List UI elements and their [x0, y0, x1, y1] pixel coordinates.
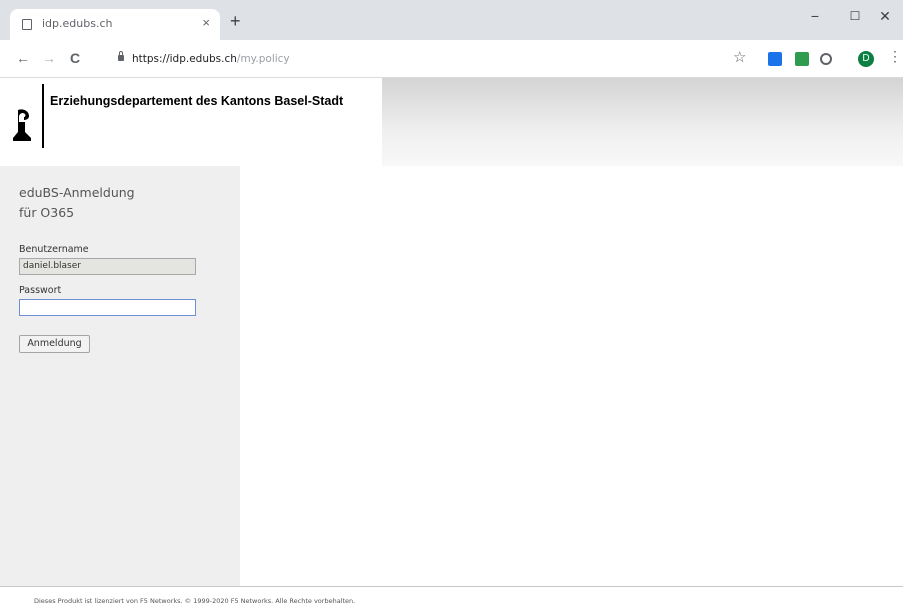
reload-icon[interactable]: C [70, 50, 80, 66]
content-area [240, 166, 903, 586]
login-button[interactable]: Anmeldung [19, 335, 90, 353]
page-favicon-icon [22, 19, 32, 30]
url-host: https://idp.edubs.ch [132, 53, 237, 65]
organization-name: Erziehungsdepartement des Kantons Basel-… [50, 94, 344, 108]
login-panel: eduBS-Anmeldung für O365 Benutzername da… [0, 166, 240, 586]
lock-icon[interactable] [118, 51, 124, 61]
maximize-icon[interactable]: ☐ [840, 9, 870, 23]
basel-staff-logo-icon [13, 109, 31, 141]
profile-avatar[interactable]: D [858, 51, 874, 67]
username-label: Benutzername [19, 244, 89, 255]
footer-copyright: Dieses Produkt ist lizenziert von F5 Net… [34, 597, 356, 605]
banner-logo-area: Erziehungsdepartement des Kantons Basel-… [0, 78, 382, 166]
extension-blue-icon[interactable] [768, 52, 782, 66]
password-label: Passwort [19, 285, 62, 296]
bookmark-star-icon[interactable]: ☆ [733, 48, 746, 66]
extension-circle-icon[interactable] [820, 53, 832, 65]
login-title-line1: eduBS-Anmeldung [19, 185, 135, 200]
forward-icon[interactable]: → [42, 50, 56, 66]
browser-toolbar: ← → C https://idp.edubs.ch/my.policy ☆ D… [0, 40, 903, 78]
banner-gradient [382, 78, 903, 166]
tab-close-icon[interactable]: × [202, 15, 210, 30]
browser-titlebar: idp.edubs.ch × + − ☐ ✕ [0, 0, 903, 40]
browser-tab[interactable]: idp.edubs.ch × [10, 9, 220, 40]
back-icon[interactable]: ← [16, 50, 30, 66]
login-title-line2: für O365 [19, 205, 75, 220]
new-tab-icon[interactable]: + [230, 12, 241, 30]
url-path: /my.policy [236, 53, 290, 65]
address-bar[interactable]: https://idp.edubs.ch/my.policy [118, 48, 718, 70]
minimize-icon[interactable]: − [800, 8, 830, 24]
url-text: https://idp.edubs.ch/my.policy [132, 48, 290, 70]
tab-title: idp.edubs.ch [42, 17, 113, 30]
footer-divider [0, 586, 903, 587]
login-title: eduBS-Anmeldung für O365 [19, 183, 219, 223]
password-field[interactable] [19, 299, 196, 316]
username-field[interactable]: daniel.blaser [19, 258, 196, 275]
page-banner: Erziehungsdepartement des Kantons Basel-… [0, 78, 903, 166]
extension-green-icon[interactable] [795, 52, 809, 66]
logo-divider [42, 84, 44, 148]
window-close-icon[interactable]: ✕ [870, 8, 900, 25]
browser-menu-icon[interactable]: ⋮ [888, 48, 902, 65]
